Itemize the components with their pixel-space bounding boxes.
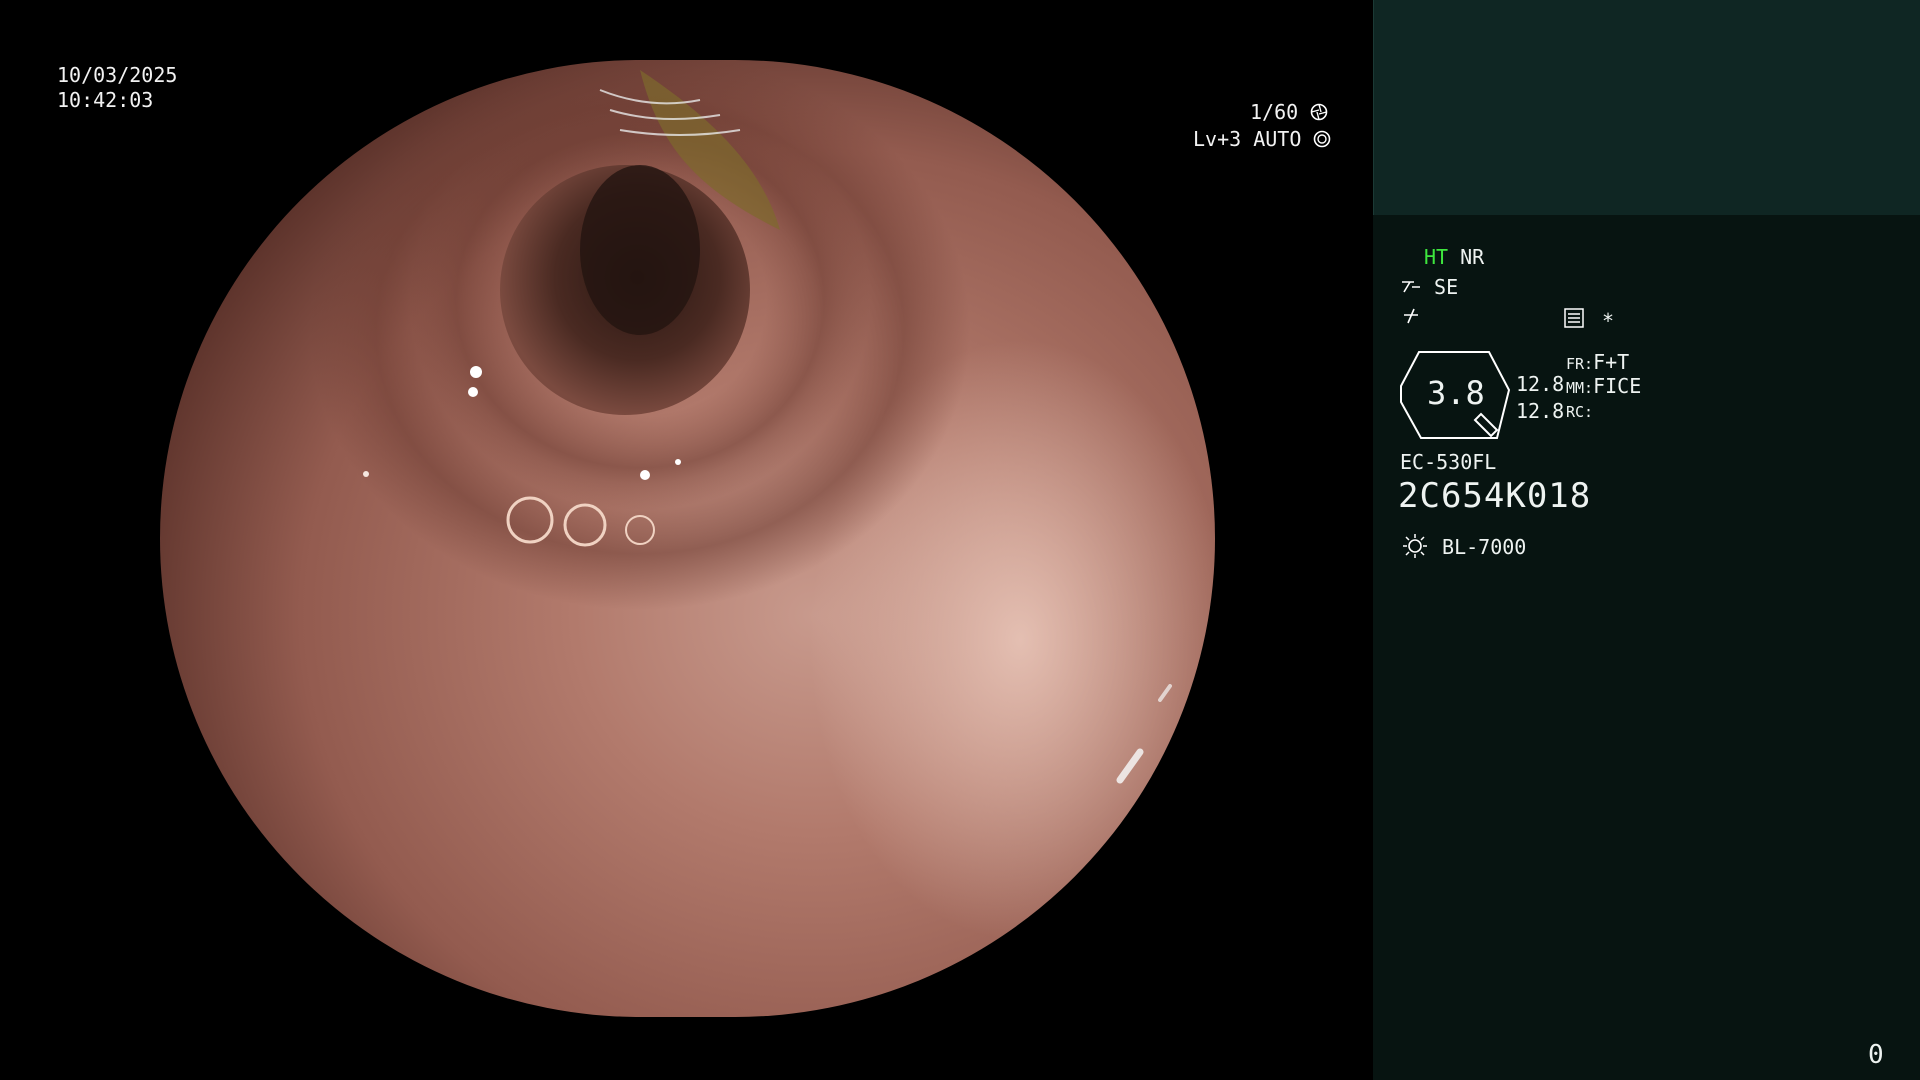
level-mode: Lv+3 AUTO [1193,127,1302,151]
endoscope-view: 10/03/2025 10:42:03 1/60 Lv+3 AUTO [0,0,1373,1080]
fr-label: FR: [1566,355,1594,373]
exam-date: 10/03/2025 [57,63,178,87]
structure-enhance-icon [1402,281,1420,293]
zoom-indicator: 3.8 [1397,350,1517,442]
menu-indicator: * [1564,308,1614,333]
value-bottom: 12.8 [1516,399,1565,423]
endoscopic-image [160,60,1215,1017]
structure-enhance: SE [1400,275,1458,299]
scope-serial: 2C654K018 [1398,476,1592,516]
rc-setting: RC: [1566,402,1593,421]
nr-label: NR [1460,245,1485,269]
shutter-value: 1/60 [1250,100,1299,124]
scope-model: EC-530FL [1400,450,1497,474]
lamp-icon [1403,534,1427,558]
ht-label: HT [1424,245,1449,269]
star-indicator: * [1602,309,1615,333]
aperture-icon [1310,103,1328,121]
mm-value: FICE [1593,374,1642,398]
shutter-speed: 1/60 [1250,100,1328,124]
counter: 0 [1868,1040,1884,1070]
fr-setting: FR:F+T [1566,350,1629,374]
exam-time: 10:42:03 [57,88,154,112]
color-tone [1402,306,1420,330]
light-source-model: BL-7000 [1442,535,1527,559]
color-tone-icon [1404,308,1418,324]
mm-setting: MM:FICE [1566,374,1641,398]
rc-label: RC: [1566,403,1594,421]
se-label: SE [1434,275,1459,299]
brightness-level: Lv+3 AUTO [1193,127,1331,151]
fr-value: F+T [1593,350,1630,374]
thumbnail-area [1373,0,1920,215]
zoom-value: 3.8 [1427,374,1485,412]
light-source: BL-7000 [1400,533,1526,559]
mm-label: MM: [1566,379,1594,397]
value-top: 12.8 [1516,372,1565,396]
menu-list-icon [1564,308,1584,328]
ht-indicator: HT NR [1424,245,1484,269]
target-icon [1314,130,1331,148]
